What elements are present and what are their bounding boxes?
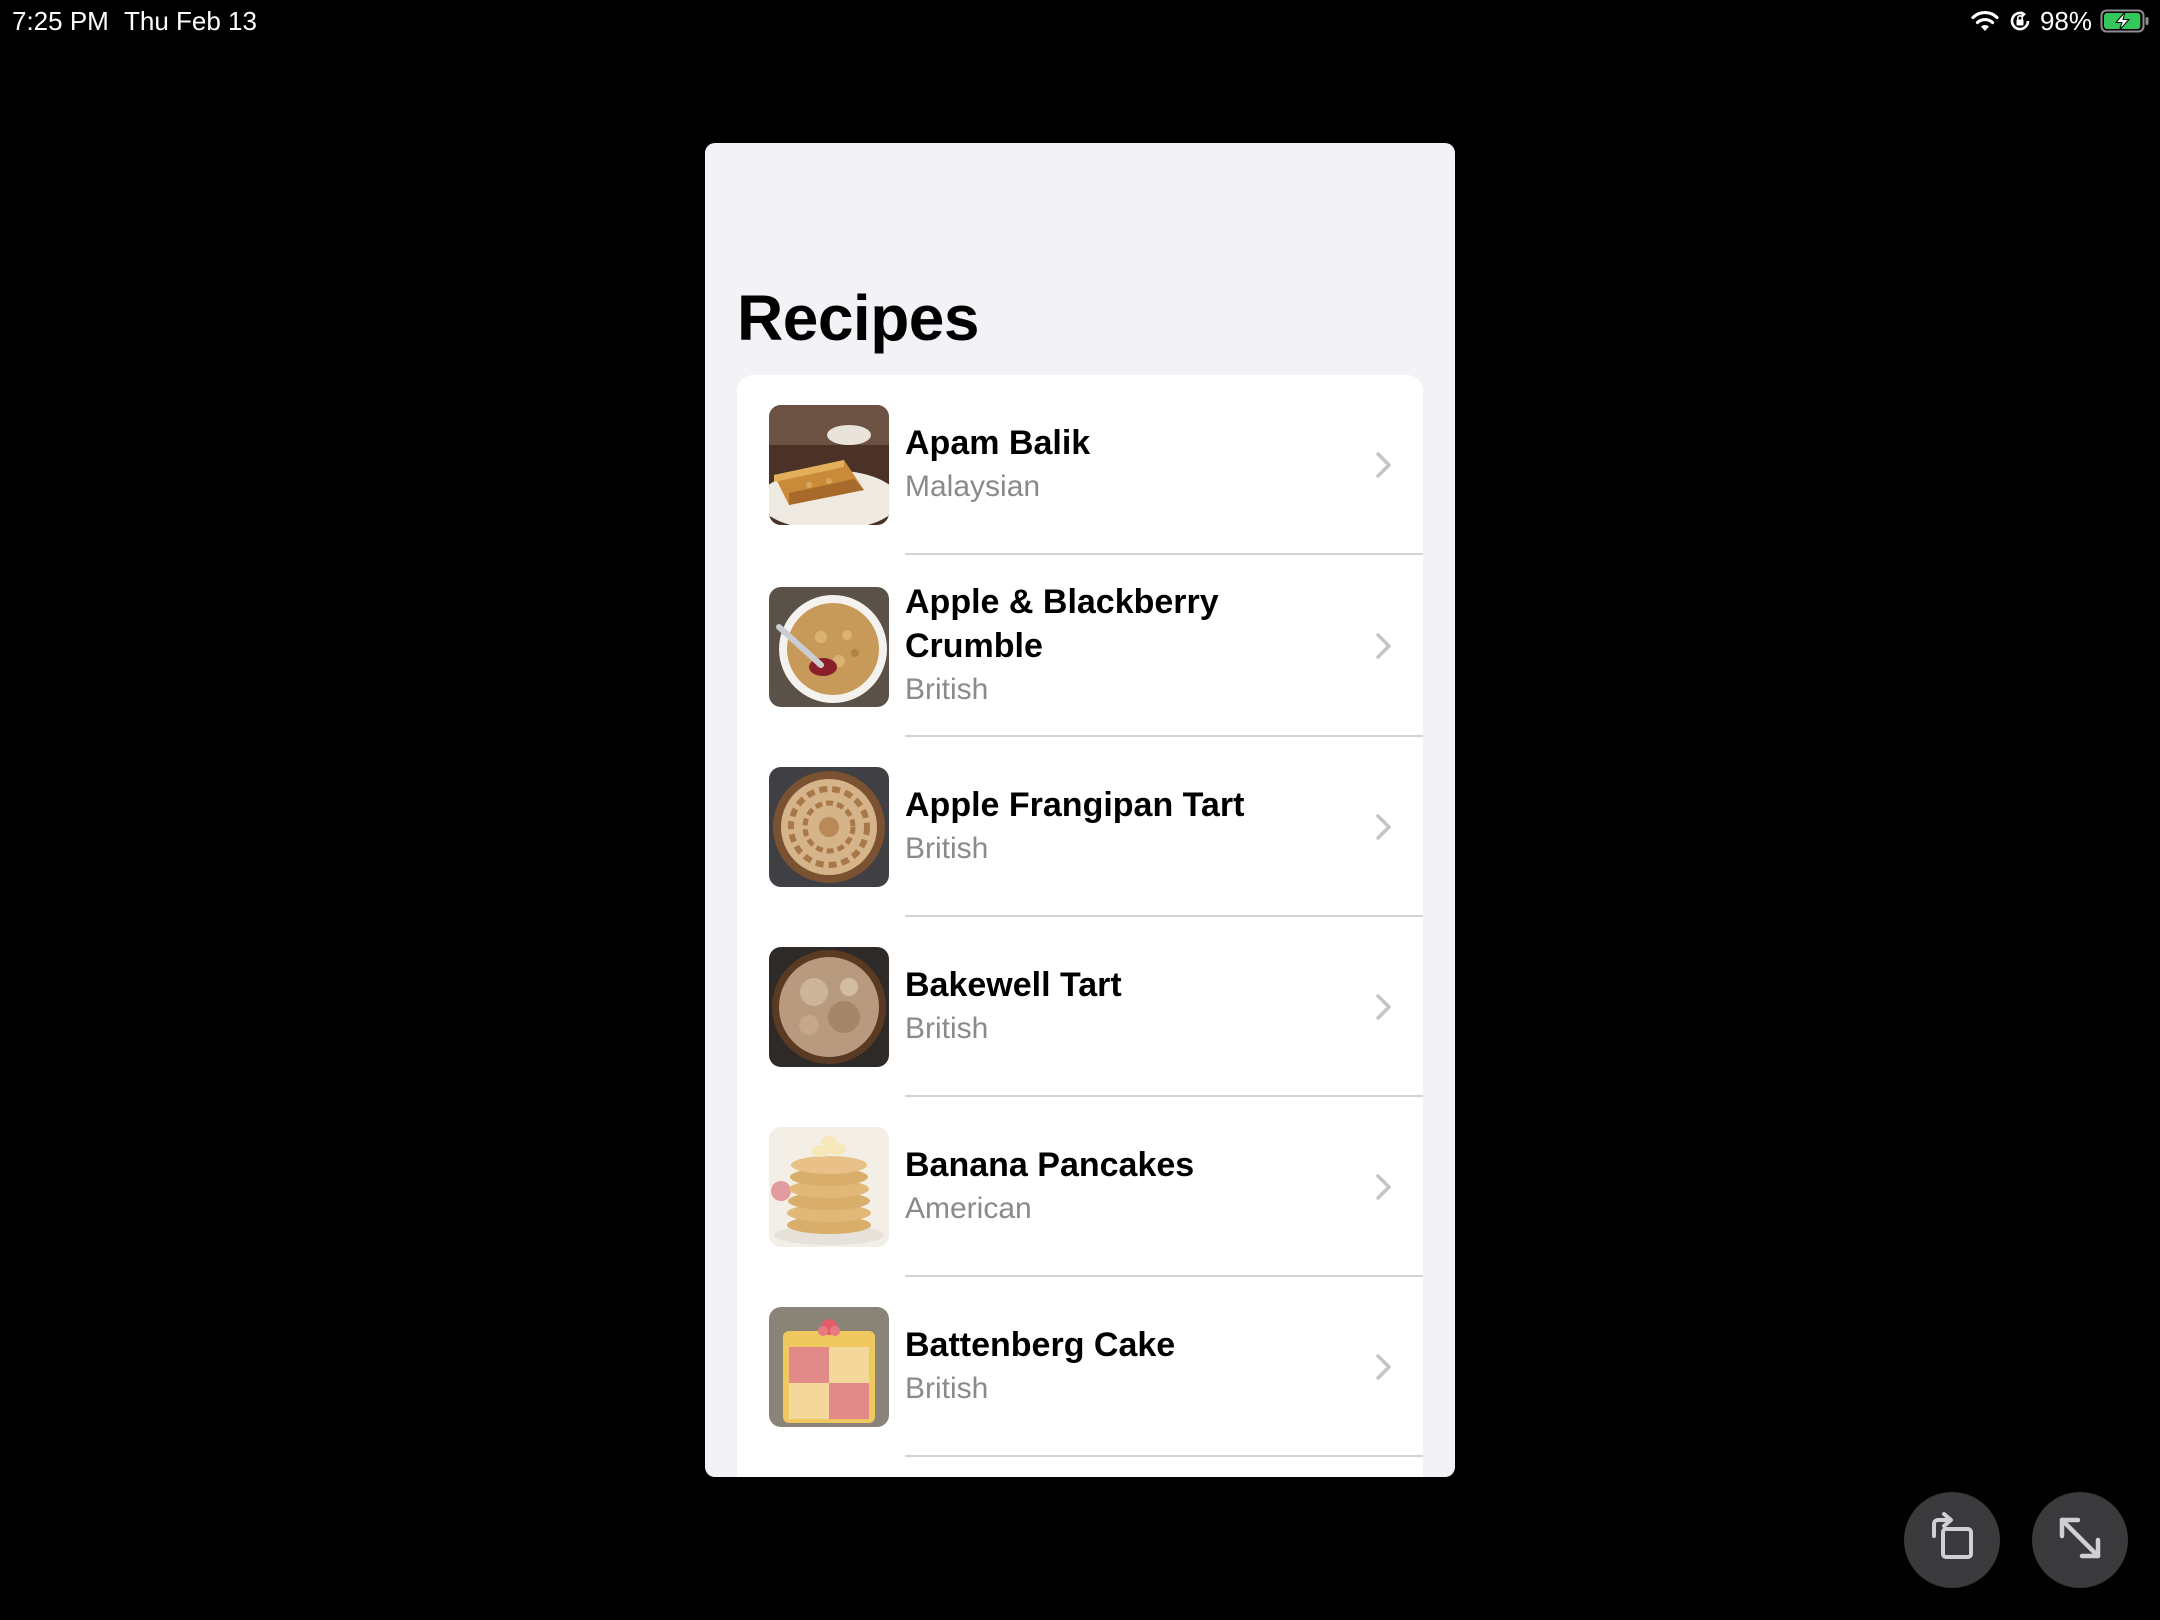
recipe-text: Apple & Blackberry Crumble British: [905, 580, 1353, 712]
page-title: Recipes: [737, 282, 979, 354]
recipe-area: Malaysian: [905, 470, 1041, 503]
recipe-row-apam-balik[interactable]: Apam Balik Malaysian: [737, 375, 1423, 555]
recipe-text: Apam Balik Malaysian: [905, 421, 1353, 509]
recipe-name: Banana Pancakes: [905, 1146, 1195, 1184]
recipe-row-apple-frangipan-tart[interactable]: Apple Frangipan Tart British: [737, 737, 1423, 917]
status-date: Thu Feb 13: [124, 6, 257, 36]
recipe-text: Bakewell Tart British: [905, 963, 1353, 1051]
recipe-text: Apple Frangipan Tart British: [905, 783, 1353, 871]
chevron-right-icon: [1376, 1174, 1391, 1200]
recipe-area: British: [905, 1372, 989, 1405]
recipe-name: Apple Frangipan Tart: [905, 786, 1245, 824]
row-separator: [905, 1455, 1423, 1457]
expand-button[interactable]: [2032, 1492, 2128, 1588]
apam-balik-thumbnail: [769, 405, 889, 525]
banana-pancakes-thumbnail: [769, 1127, 889, 1247]
recipe-text: Banana Pancakes American: [905, 1143, 1353, 1231]
recipe-area: British: [905, 673, 989, 706]
battery-charging-icon: [2100, 9, 2150, 33]
battenberg-cake-thumbnail: [769, 1307, 889, 1427]
status-time: 7:25 PM: [12, 6, 109, 36]
recipe-name: Apple & Blackberry Crumble: [905, 583, 1219, 665]
recipe-name: Apam Balik: [905, 424, 1091, 462]
recipe-area: British: [905, 832, 989, 865]
recipe-row-battenberg-cake[interactable]: Battenberg Cake British: [737, 1277, 1423, 1457]
rotate-button[interactable]: [1904, 1492, 2000, 1588]
recipe-row-apple-blackberry-crumble[interactable]: Apple & Blackberry Crumble British: [737, 555, 1423, 737]
recipe-name: Bakewell Tart: [905, 966, 1122, 1004]
recipe-row-bakewell-tart[interactable]: Bakewell Tart British: [737, 917, 1423, 1097]
recipe-list: Apam Balik Malaysian Apple & Blackberry …: [737, 375, 1423, 1477]
status-bar: 7:25 PM Thu Feb 13 98%: [0, 0, 2160, 44]
chevron-right-icon: [1376, 452, 1391, 478]
chevron-right-icon: [1376, 814, 1391, 840]
recipe-area: British: [905, 1012, 989, 1045]
chevron-right-icon: [1376, 633, 1391, 659]
chevron-right-icon: [1376, 1354, 1391, 1380]
recipe-area: American: [905, 1192, 1032, 1225]
apple-frangipan-tart-thumbnail: [769, 767, 889, 887]
status-indicators: 98%: [1970, 6, 2150, 36]
app-window: Recipes Apam Balik Malaysian Apple & Bla…: [705, 143, 1455, 1477]
orientation-lock-icon: [2008, 9, 2032, 33]
apple-blackberry-crumble-thumbnail: [769, 587, 889, 707]
chevron-right-icon: [1376, 994, 1391, 1020]
bakewell-tart-thumbnail: [769, 947, 889, 1067]
recipe-row-banana-pancakes[interactable]: Banana Pancakes American: [737, 1097, 1423, 1277]
recipe-text: Battenberg Cake British: [905, 1323, 1353, 1411]
rotate-icon: [1924, 1510, 1980, 1571]
expand-icon: [2052, 1510, 2108, 1571]
battery-percent: 98%: [2039, 5, 2092, 36]
recipe-name: Battenberg Cake: [905, 1326, 1176, 1364]
wifi-icon: [1970, 9, 2000, 33]
